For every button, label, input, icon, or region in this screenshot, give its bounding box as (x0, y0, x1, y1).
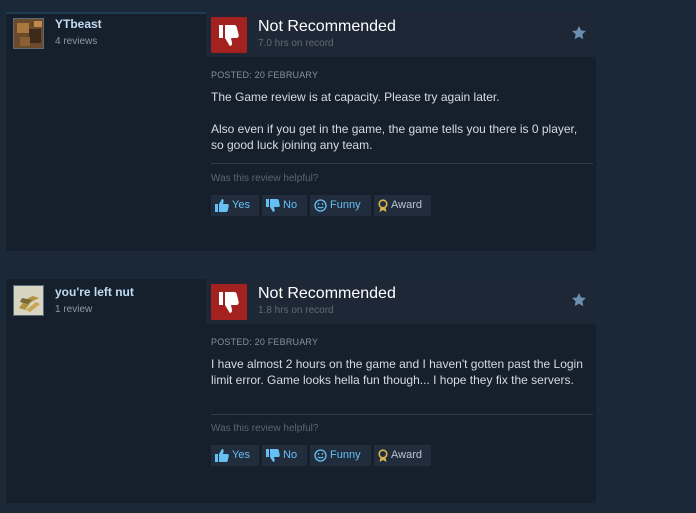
hours-on-record: 7.0 hrs on record (258, 38, 334, 49)
verdict-title[interactable]: Not Recommended (258, 285, 396, 303)
award-button[interactable]: Award (374, 195, 431, 216)
smiley-icon (314, 449, 327, 462)
thumbs-down-small-icon (266, 449, 280, 462)
avatar[interactable] (13, 285, 44, 316)
yes-label: Yes (232, 449, 250, 461)
helpful-prompt: Was this review helpful? (211, 173, 319, 184)
review-body: I have almost 2 hours on the game and I … (211, 356, 591, 388)
divider (211, 163, 593, 164)
review-card: you're left nut 1 review Not Recommended… (6, 279, 596, 503)
funny-label: Funny (330, 199, 361, 211)
award-label: Award (391, 199, 422, 211)
funny-button[interactable]: Funny (310, 195, 371, 216)
posted-date: POSTED: 20 FEBRUARY (211, 70, 319, 80)
no-button[interactable]: No (262, 445, 307, 466)
divider (211, 414, 593, 415)
verdict-title[interactable]: Not Recommended (258, 18, 396, 36)
review-paragraph: The Game review is at capacity. Please t… (211, 90, 500, 104)
helpful-prompt: Was this review helpful? (211, 423, 319, 434)
yes-button[interactable]: Yes (211, 195, 259, 216)
posted-date: POSTED: 20 FEBRUARY (211, 337, 319, 347)
thumbs-up-icon (215, 449, 229, 462)
yes-button[interactable]: Yes (211, 445, 259, 466)
award-ribbon-icon (378, 198, 388, 212)
no-label: No (283, 199, 298, 211)
review-count[interactable]: 4 reviews (55, 36, 97, 47)
funny-button[interactable]: Funny (310, 445, 371, 466)
award-label: Award (391, 449, 422, 461)
review-card: YTbeast 4 reviews Not Recommended 7.0 hr… (6, 12, 596, 251)
review-paragraph: Also even if you get in the game, the ga… (211, 122, 578, 152)
star-icon[interactable] (571, 25, 587, 41)
award-button[interactable]: Award (374, 445, 431, 466)
yes-label: Yes (232, 199, 250, 211)
thumbs-down-icon (219, 25, 239, 46)
star-icon[interactable] (571, 292, 587, 308)
verdict-header: Not Recommended 7.0 hrs on record (206, 12, 596, 57)
avatar[interactable] (13, 18, 44, 49)
thumbs-down-icon (219, 292, 239, 313)
review-paragraph: I have almost 2 hours on the game and I … (211, 357, 583, 387)
hours-on-record: 1.8 hrs on record (258, 305, 334, 316)
no-label: No (283, 449, 298, 461)
funny-label: Funny (330, 449, 361, 461)
no-button[interactable]: No (262, 195, 307, 216)
verdict-header: Not Recommended 1.8 hrs on record (206, 279, 596, 324)
thumbs-down-badge (211, 284, 247, 320)
author-name[interactable]: YTbeast (55, 17, 102, 31)
review-body: The Game review is at capacity. Please t… (211, 89, 591, 153)
award-ribbon-icon (378, 448, 388, 462)
review-count[interactable]: 1 review (55, 304, 92, 315)
thumbs-down-small-icon (266, 199, 280, 212)
smiley-icon (314, 199, 327, 212)
author-name[interactable]: you're left nut (55, 285, 134, 299)
thumbs-down-badge (211, 17, 247, 53)
thumbs-up-icon (215, 199, 229, 212)
